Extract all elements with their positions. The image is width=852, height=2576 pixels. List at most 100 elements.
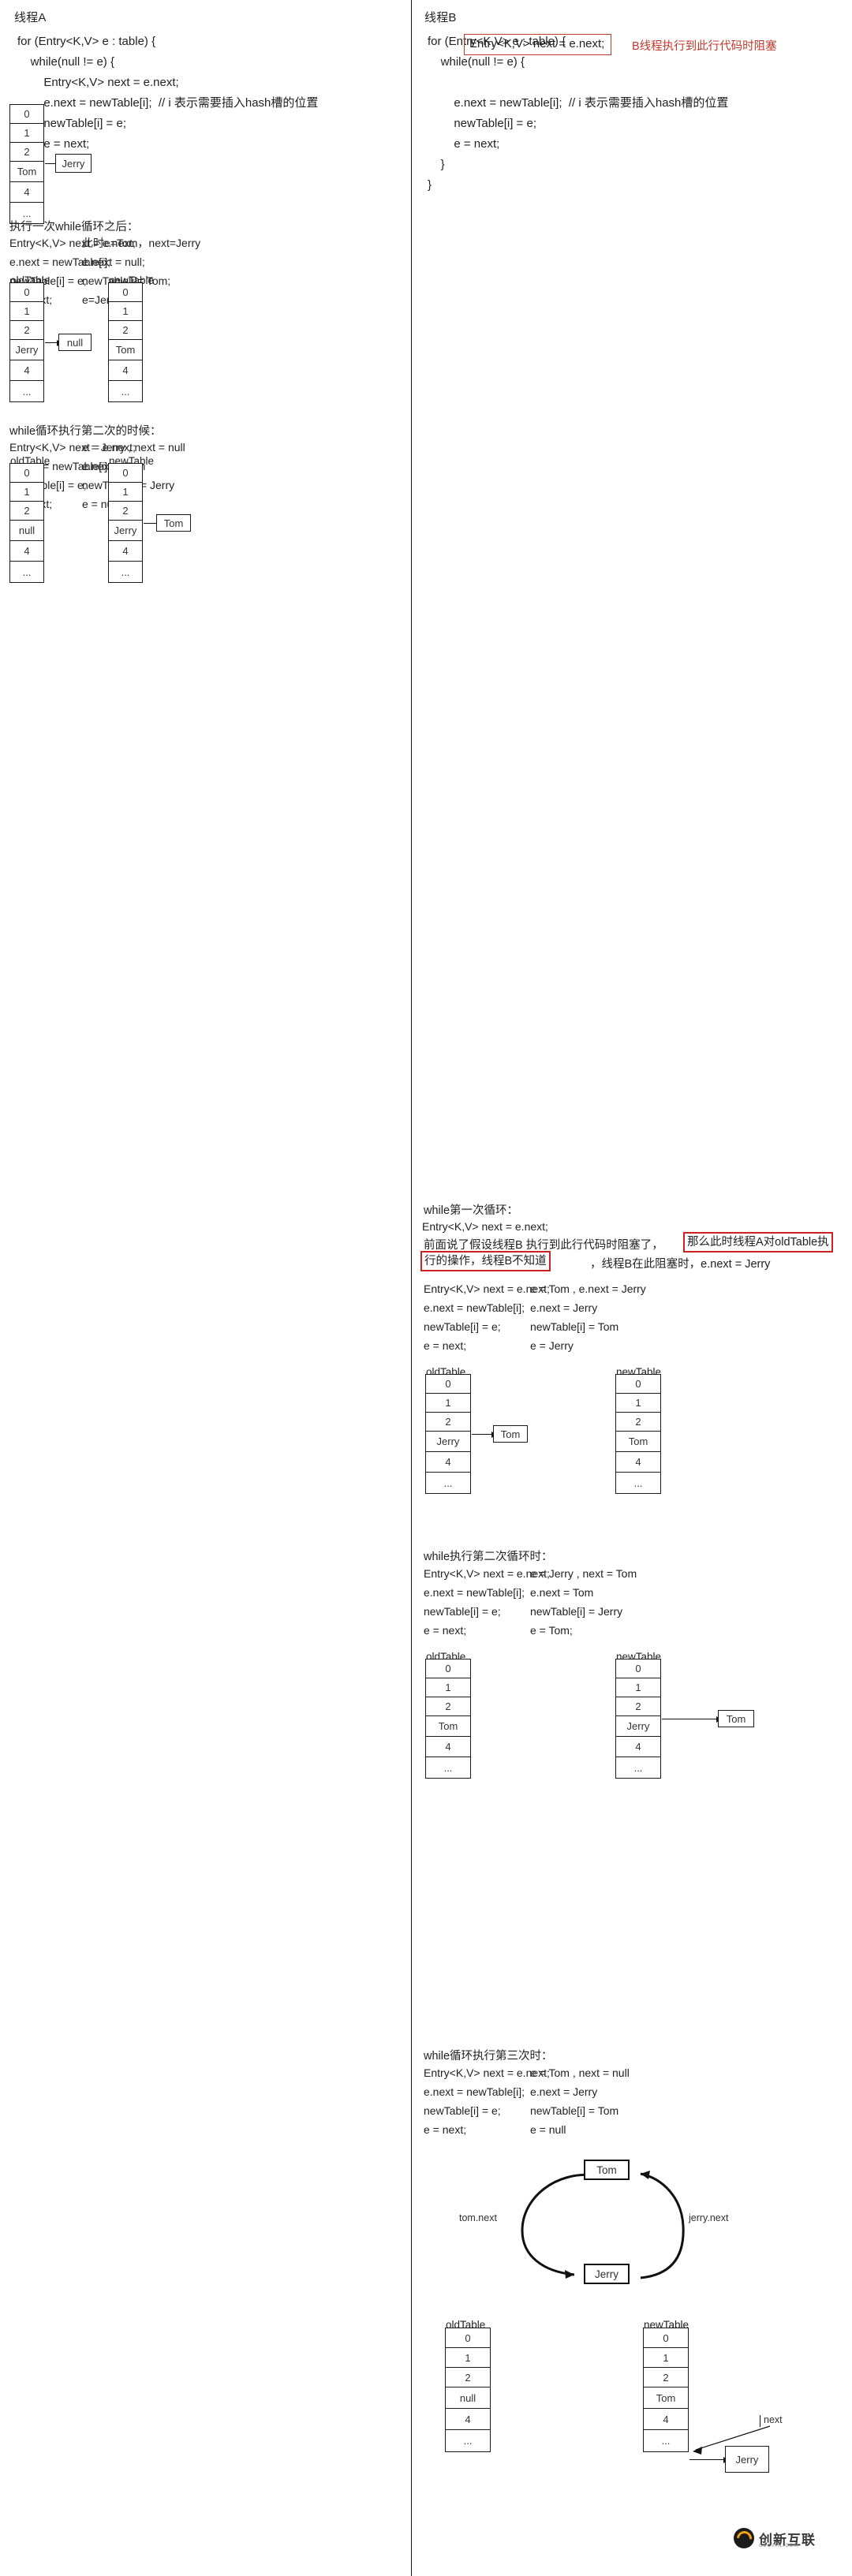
table-cell: 2 xyxy=(10,502,43,521)
table-cell: 1 xyxy=(644,2348,688,2368)
red-emphasis-1: 那么此时线程A对oldTable执 xyxy=(683,1232,833,1253)
label-jerry-next: jerry.next xyxy=(689,2212,729,2223)
next-pointer-arrow xyxy=(693,2425,771,2455)
code-line: e.next = newTable[i]; xyxy=(424,2085,525,2098)
table-cell: ... xyxy=(22,566,32,578)
table-cell: 2 xyxy=(426,1413,470,1432)
left-thread-title: 线程A xyxy=(14,11,47,24)
table-cell: 0 xyxy=(109,283,142,302)
blocked-code-line: Entry<K,V> next = e.next; xyxy=(464,34,612,55)
table-cell: 0 xyxy=(644,2328,688,2348)
right-loop2-newtable: 0 1 2 Jerry 4 ... xyxy=(615,1659,661,1779)
table-cell: 4 xyxy=(109,360,142,381)
watermark-subtext: CDCXHL.COM xyxy=(759,2544,799,2548)
value-line: newTable[i] = Jerry xyxy=(530,1605,623,1618)
node-cycle-tom: Tom xyxy=(584,2160,630,2180)
left-step1-oldtable: 0 1 2 Jerry 4 ... xyxy=(9,282,44,402)
table-cell: Tom xyxy=(644,2387,688,2409)
right-loop3-oldtable: 0 1 2 null 4 ... xyxy=(445,2328,491,2452)
right-code-line-1: while(null != e) { xyxy=(428,55,525,69)
right-loop1-subline: Entry<K,V> next = e.next; xyxy=(422,1220,548,1233)
code-line: newTable[i] = e; xyxy=(424,1320,501,1333)
code-line: newTable[i] = e; xyxy=(424,1605,501,1618)
table-cell: 2 xyxy=(616,1697,660,1716)
table-cell: Jerry xyxy=(426,1432,470,1452)
table-cell: ... xyxy=(661,2435,671,2447)
blocked-line-wrapper: Entry<K,V> next = e.next; xyxy=(464,34,612,55)
table-cell: 4 xyxy=(426,1737,470,1757)
right-code-line-4: newTable[i] = e; xyxy=(428,117,536,130)
left-code-line-0: for (Entry<K,V> e : table) { xyxy=(17,35,156,48)
table-cell: 2 xyxy=(426,1697,470,1716)
left-step2-newtable: 0 1 2 Jerry 4 ... xyxy=(108,463,143,583)
left-bucket-table-1: 0 1 2 Tom 4 ... xyxy=(9,104,44,224)
right-code-line-3: e.next = newTable[i]; // i 表示需要插入hash槽的位… xyxy=(428,96,729,110)
table-cell: 1 xyxy=(10,124,43,143)
code-line: e = next; xyxy=(424,1339,467,1352)
right-code-block: for (Entry<K,V> e : table) { while(null … xyxy=(428,32,728,196)
value-line: e = Tom , e.next = Jerry xyxy=(530,1282,646,1295)
value-line: e = Jerry xyxy=(530,1339,574,1352)
right-loop2-values: e = Jerry , next = Tom e.next = Tom newT… xyxy=(530,1564,637,1640)
table-cell: ... xyxy=(443,1761,453,1774)
table-cell: 0 xyxy=(109,464,142,483)
table-cell: 4 xyxy=(10,360,43,381)
table-cell: 4 xyxy=(616,1452,660,1473)
table-cell: Jerry xyxy=(10,340,43,360)
table-cell: 1 xyxy=(616,1678,660,1697)
table-cell: 1 xyxy=(109,483,142,502)
table-cell: null xyxy=(10,521,43,541)
code-line: e = next; xyxy=(424,1624,467,1637)
right-loop2-oldtable: 0 1 2 Tom 4 ... xyxy=(425,1659,471,1779)
left-code-line-3: e.next = newTable[i]; // i 表示需要插入hash槽的位… xyxy=(17,96,319,110)
table-cell: 0 xyxy=(426,1375,470,1394)
table-cell: 1 xyxy=(446,2348,490,2368)
table-cell: 4 xyxy=(10,541,43,562)
table-cell: 1 xyxy=(616,1394,660,1413)
table-cell: Tom xyxy=(10,162,43,182)
blocked-note: B线程执行到此行代码时阻塞 xyxy=(632,40,777,53)
table-cell: ... xyxy=(633,1477,643,1489)
value-line: e.next = Jerry xyxy=(530,2085,598,2098)
table-cell: 1 xyxy=(10,302,43,321)
table-cell: ... xyxy=(443,1477,453,1489)
right-loop1-newtable: 0 1 2 Tom 4 ... xyxy=(615,1374,661,1494)
code-line: e.next = newTable[i]; xyxy=(424,1301,525,1314)
column-divider xyxy=(411,0,412,2576)
table-cell: 2 xyxy=(109,502,142,521)
diagram-page: 线程A for (Entry<K,V> e : table) { while(n… xyxy=(0,0,852,2576)
node-tom-1: Tom xyxy=(156,514,191,532)
table-cell: 1 xyxy=(426,1678,470,1697)
watermark-logo-icon xyxy=(734,2528,754,2548)
right-code-line-6: } xyxy=(428,158,445,171)
right-code-line-7: } xyxy=(428,178,432,192)
right-loop1-oldtable: 0 1 2 Jerry 4 ... xyxy=(425,1374,471,1494)
table-cell: 4 xyxy=(109,541,142,562)
table-cell: 0 xyxy=(446,2328,490,2348)
value-line: e.next = Tom xyxy=(530,1586,594,1599)
table-cell: 2 xyxy=(109,321,142,340)
table-cell: 0 xyxy=(426,1659,470,1678)
table-cell: ... xyxy=(121,385,130,398)
value-line: e = Jerry , next = null xyxy=(82,441,185,454)
table-cell: Tom xyxy=(616,1432,660,1452)
table-cell: ... xyxy=(633,1761,643,1774)
value-line: e.next = Jerry xyxy=(530,1301,598,1314)
right-loop3-values: e = Tom , next = null e.next = Jerry new… xyxy=(530,2063,630,2139)
table-cell: 4 xyxy=(446,2409,490,2430)
code-line: e.next = newTable[i]; xyxy=(424,1586,525,1599)
node-loop2-tom: Tom xyxy=(718,1710,754,1727)
node-cycle-jerry: Jerry xyxy=(584,2264,630,2284)
left-code-line-2: Entry<K,V> next = e.next; xyxy=(17,76,179,89)
right-loop1-values: e = Tom , e.next = Jerry e.next = Jerry … xyxy=(530,1279,646,1355)
value-line: e = Jerry , next = Tom xyxy=(530,1567,637,1580)
node-loop1-tom: Tom xyxy=(493,1425,528,1443)
table-cell: 2 xyxy=(616,1413,660,1432)
table-cell: 1 xyxy=(109,302,142,321)
table-cell: 2 xyxy=(446,2368,490,2387)
right-loop1-red-box-1: 那么此时线程A对oldTable执 xyxy=(683,1232,833,1253)
watermark: 创新互联 CDCXHL.COM xyxy=(734,2528,816,2548)
table-cell: Jerry xyxy=(109,521,142,541)
code-line: newTable[i] = e; xyxy=(424,2104,501,2117)
table-cell: 0 xyxy=(616,1375,660,1394)
